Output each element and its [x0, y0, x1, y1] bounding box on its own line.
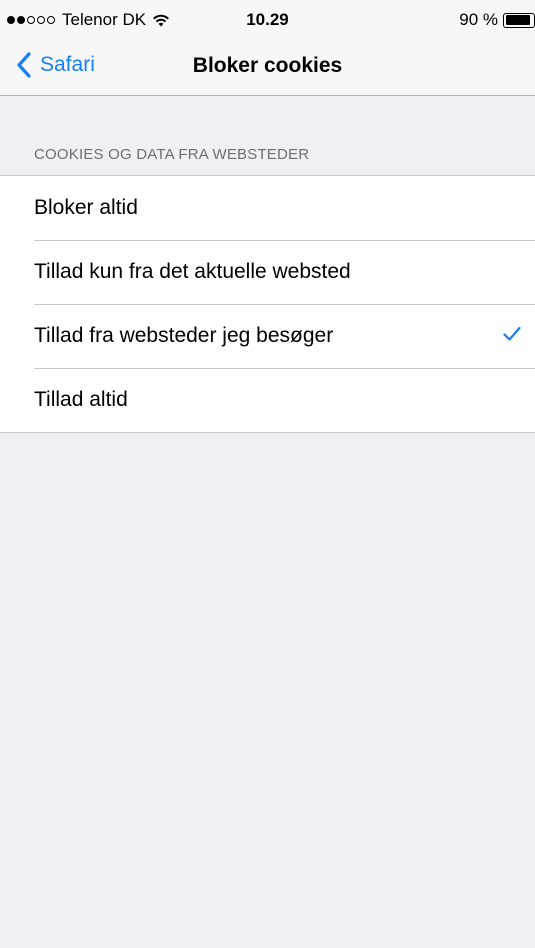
status-time: 10.29 — [246, 10, 289, 29]
option-row-allow-visited-sites[interactable]: Tillad fra websteder jeg besøger — [0, 304, 535, 368]
battery-icon — [503, 12, 535, 28]
option-row-allow-always[interactable]: Tillad altid — [0, 368, 535, 432]
page-title: Bloker cookies — [192, 54, 343, 77]
option-row-block-always[interactable]: Bloker altid — [0, 176, 535, 240]
navigation-bar: Safari Bloker cookies — [0, 38, 535, 96]
option-label: Tillad kun fra det aktuelle websted — [34, 260, 351, 283]
option-label: Bloker altid — [34, 196, 138, 219]
empty-background — [0, 430, 535, 948]
option-label: Tillad altid — [34, 388, 128, 411]
status-bar: Telenor DK 10.29 90 % — [0, 0, 535, 38]
cookie-options-list: Bloker altid Tillad kun fra det aktuelle… — [0, 175, 535, 433]
top-bar: Telenor DK 10.29 90 % Safari Bloker cook… — [0, 0, 535, 96]
status-right: 90 % — [459, 10, 535, 30]
battery-percent: 90 % — [459, 10, 498, 29]
checkmark-icon — [503, 326, 521, 341]
battery-level — [505, 15, 530, 25]
option-row-allow-current-site[interactable]: Tillad kun fra det aktuelle websted — [0, 240, 535, 304]
option-label: Tillad fra websteder jeg besøger — [34, 324, 334, 347]
section-header: COOKIES OG DATA FRA WEBSTEDER — [34, 146, 310, 163]
